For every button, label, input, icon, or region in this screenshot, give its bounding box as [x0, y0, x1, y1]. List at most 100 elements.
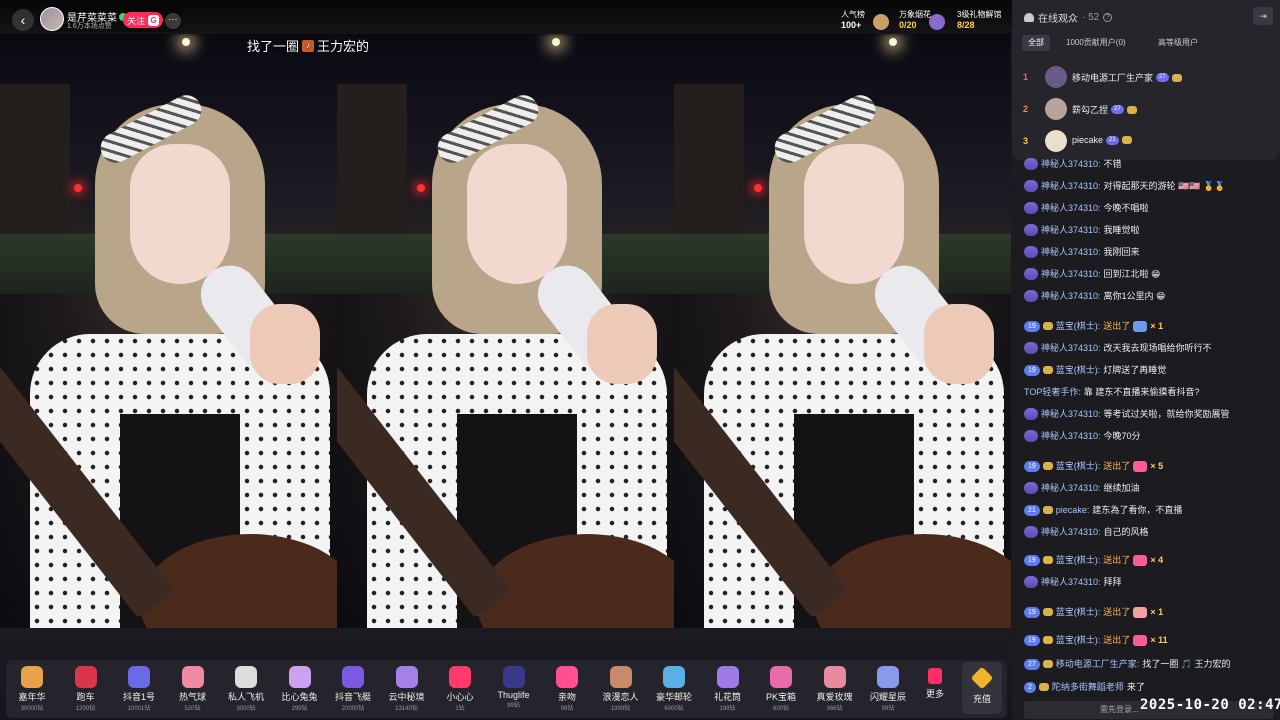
gift-icon — [1133, 320, 1148, 332]
chat-username[interactable]: 神秘人374310: — [1041, 289, 1101, 303]
gift-price: 10001钻 — [127, 706, 151, 712]
chat-username[interactable]: 神秘人374310: — [1041, 245, 1101, 259]
gift-count: × 1 — [1150, 321, 1164, 331]
collapse-icon[interactable]: ⇥ — [1253, 7, 1273, 25]
follow-button[interactable]: 关注 G — [123, 12, 164, 28]
mystery-user-icon — [1024, 408, 1038, 420]
chat-username[interactable]: 神秘人374310: — [1041, 575, 1101, 589]
gift-name: 云中秘境 — [388, 692, 425, 702]
chat-username[interactable]: 神秘人374310: — [1041, 481, 1101, 495]
chat-text: 送出了 — [1103, 321, 1131, 331]
gift-item[interactable]: 礼花筒 199钻 — [701, 666, 755, 712]
gift-item[interactable]: 比心兔兔 299钻 — [273, 666, 327, 712]
level-badge: 21 — [1106, 135, 1119, 145]
chat-username[interactable]: 蓝宝(棋士): — [1056, 363, 1101, 377]
popularity-rank[interactable]: 人气榜 100+ — [841, 9, 865, 31]
chat-username[interactable]: 神秘人374310: — [1041, 201, 1101, 215]
gift-item[interactable]: 真爱玫瑰 366钻 — [808, 666, 862, 712]
ranking-row[interactable]: 2 薪勾乙捏 27 — [1012, 98, 1280, 124]
gift-item[interactable]: 豪华邮轮 6000钻 — [647, 666, 701, 712]
ranking-row[interactable]: 1 移动电源工厂生产家 27 — [1012, 66, 1280, 92]
chat-text: 离你1公里内 😁 — [1103, 291, 1166, 301]
chat-username[interactable]: 神秘人374310: — [1041, 525, 1101, 539]
chat-username[interactable]: 神秘人374310: — [1041, 223, 1101, 237]
gift-name: 比心兔兔 — [281, 692, 318, 702]
avatar[interactable] — [1045, 66, 1067, 88]
gift-item[interactable]: 闪耀星辰 99钻 — [861, 666, 915, 712]
gift-icon — [449, 666, 471, 688]
chat-username[interactable]: 神秘人374310: — [1041, 267, 1101, 281]
chat-username[interactable]: 神秘人374310: — [1041, 429, 1101, 443]
gift-item[interactable]: 抖音1号 10001钻 — [112, 666, 166, 712]
chat-username[interactable]: 蓝宝(棋士): — [1056, 633, 1101, 647]
gift-item[interactable]: 抖音飞艇 20000钻 — [326, 666, 380, 712]
gift-item[interactable]: 跑车 1200钻 — [59, 666, 113, 712]
chat-username[interactable]: 蓝宝(棋士): — [1056, 605, 1101, 619]
chat-username[interactable]: 神秘人374310: — [1041, 179, 1101, 193]
chevron-left-icon: ‹ — [20, 12, 26, 28]
tab-top-contributors[interactable]: 1000贡献用户(0) — [1060, 35, 1132, 51]
more-button[interactable]: ··· — [165, 13, 181, 29]
host-avatar[interactable] — [40, 7, 64, 31]
avatar[interactable] — [1045, 130, 1067, 152]
level-badge: 2 — [1024, 681, 1036, 693]
more-gifts-button[interactable]: 更多 — [918, 668, 952, 700]
right-sidebar: 在线观众 · 52 ? ⇥ 全部 1000贡献用户(0) 高等级用户 1 移动电源… — [1012, 0, 1280, 720]
gift-item[interactable]: 小心心 1钻 — [433, 666, 487, 712]
chat-username[interactable]: 神秘人374310: — [1041, 341, 1101, 355]
ranking-row[interactable]: 3 piecake 21 — [1012, 130, 1280, 156]
chat-username[interactable]: 神秘人374310: — [1041, 157, 1101, 171]
gift-price: 99钻 — [560, 706, 574, 712]
gift-icon — [1133, 606, 1148, 618]
gift-icon — [609, 666, 632, 688]
level-badge: 27 — [1024, 658, 1040, 670]
chat-username[interactable]: 蓝宝(棋士): — [1056, 553, 1101, 567]
gift-item[interactable]: 云中秘境 13140钻 — [380, 666, 434, 712]
gift-name: Thuglife — [497, 690, 530, 700]
gift-icon — [1133, 460, 1148, 472]
tab-all[interactable]: 全部 — [1022, 35, 1050, 51]
mystery-user-icon — [1024, 224, 1038, 236]
gift-unlock-progress[interactable]: 3级礼物解馆 8/28 — [957, 9, 1001, 31]
fan-badge-icon — [1042, 506, 1053, 514]
chat-username[interactable]: 蓝宝(棋士): — [1056, 459, 1101, 473]
gift-count: × 1 — [1150, 607, 1164, 617]
wanxiang-fireworks[interactable]: 万象烟花 0/20 — [899, 9, 931, 31]
chat-text: 改天我去现场唱给你听行不 — [1103, 343, 1212, 353]
help-icon[interactable]: ? — [1103, 13, 1113, 22]
gift-item[interactable]: PK宝箱 600钻 — [754, 666, 808, 712]
gift-item[interactable]: 亲吻 99钻 — [540, 666, 594, 712]
chat-message: 19 蓝宝(棋士): 送出了 × 1 — [1024, 605, 1163, 619]
chat-username[interactable]: 神秘人374310: — [1041, 407, 1101, 421]
gift-item[interactable]: 热气球 520钻 — [166, 666, 220, 712]
recharge-button[interactable]: 充值 — [962, 662, 1002, 714]
gift-item[interactable]: 嘉年华 30000钻 — [5, 666, 59, 712]
avatar[interactable] — [1045, 98, 1067, 120]
level-badge: 21 — [1024, 504, 1040, 516]
level-badge: 19 — [1024, 320, 1040, 332]
gift-price: 13140钻 — [395, 706, 418, 712]
back-button[interactable]: ‹ — [12, 9, 34, 31]
chat-message: 19 蓝宝(棋士): 送出了 × 11 — [1024, 633, 1168, 647]
chat-username[interactable]: 陀纳多街舞蹈老师 — [1052, 680, 1124, 694]
chat-text: 靠 建东不直播来偷摸看抖音? — [1083, 387, 1200, 397]
mystery-user-icon — [1024, 576, 1038, 588]
gift-name: 私人飞机 — [227, 692, 264, 702]
tab-high-level[interactable]: 高等级用户 — [1152, 35, 1204, 51]
live-video[interactable] — [0, 0, 1012, 720]
chat-username[interactable]: TOP轻奢手作: — [1024, 385, 1081, 399]
popularity-icon — [873, 14, 889, 30]
level-badge: 19 — [1024, 634, 1040, 646]
gift-item[interactable]: Thuglife 99钻 — [487, 666, 541, 709]
gift-item[interactable]: 私人飞机 3000钻 — [219, 666, 273, 712]
chat-username[interactable]: 移动电源工厂生产家: — [1056, 657, 1140, 671]
chat-username[interactable]: piecake: — [1056, 503, 1090, 517]
gift-name: PK宝箱 — [765, 692, 796, 702]
level-badge: 19 — [1024, 606, 1040, 618]
chat-text: 送出了 — [1103, 635, 1131, 645]
chat-username[interactable]: 蓝宝(棋士): — [1056, 319, 1101, 333]
fan-badge-icon — [1038, 683, 1049, 691]
gift-item[interactable]: 浪漫恋人 1999钻 — [594, 666, 648, 712]
gift-price: 20000钻 — [341, 706, 365, 712]
gift-price: 299钻 — [291, 706, 308, 712]
